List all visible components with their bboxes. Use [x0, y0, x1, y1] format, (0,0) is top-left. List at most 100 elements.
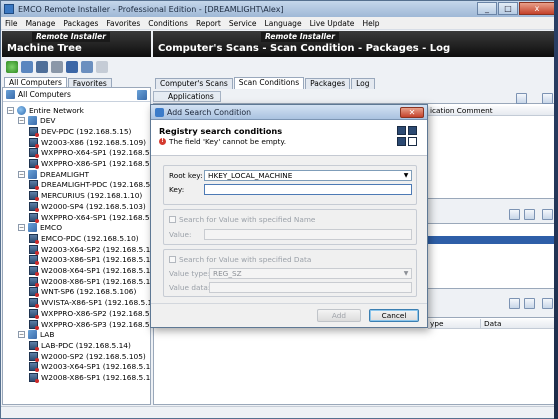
minimize-button[interactable]: _: [477, 2, 497, 15]
menu-help[interactable]: Help: [362, 19, 379, 28]
add-search-condition-dialog: Add Search Condition ✕ Registry search c…: [150, 104, 428, 328]
menu-packages[interactable]: Packages: [63, 19, 98, 28]
tree-node-pc[interactable]: WXPPRO-X86-SP3 (192.168.5.1: [29, 319, 157, 330]
tree-node-group[interactable]: − DREAMLIGHT: [18, 169, 89, 179]
tab-applications[interactable]: Applications: [153, 91, 221, 102]
collapse-icon[interactable]: −: [18, 170, 25, 178]
tree-node-pc[interactable]: WXPPRO-X86-SP1 (192.168.5.1: [29, 159, 157, 169]
save-icon[interactable]: [66, 60, 78, 73]
grid-column-comment[interactable]: ication Comment: [428, 106, 556, 116]
refresh-icon[interactable]: [6, 60, 18, 73]
tree-node-pc[interactable]: WXPPRO-X64-SP1 (192.168.5.1: [29, 148, 157, 159]
remove-value-icon[interactable]: [542, 298, 553, 309]
export-icon[interactable]: [81, 60, 93, 73]
collapse-icon[interactable]: −: [18, 224, 25, 232]
edit-value-icon[interactable]: [524, 298, 535, 309]
tree-node-pc[interactable]: W2000-SP4 (192.168.5.103): [29, 201, 146, 212]
tab-computers-scans[interactable]: Computer's Scans: [155, 78, 233, 89]
tree-node-pc[interactable]: WXPPRO-X86-SP2 (192.168.5.1: [29, 308, 157, 319]
tree-node-pc[interactable]: W2000-SP2 (192.168.5.105): [29, 351, 146, 362]
menu-favorites[interactable]: Favorites: [106, 19, 140, 28]
dialog-title-bar[interactable]: Add Search Condition ✕: [151, 105, 427, 120]
tree-node-label: Entire Network: [29, 105, 84, 115]
add-condition-icon[interactable]: [516, 93, 527, 104]
left-toolbar: [3, 58, 151, 75]
search-data-checkbox[interactable]: Search for Value with specified Data: [169, 255, 311, 264]
tree-node-label: WXPPRO-X86-SP3 (192.168.5.1: [41, 319, 157, 329]
menu-language[interactable]: Language: [265, 19, 302, 28]
tree-node-group[interactable]: − EMCO: [18, 223, 62, 233]
tree-node-group[interactable]: − DEV: [18, 116, 55, 126]
remove-condition-icon[interactable]: [542, 93, 553, 104]
value-data-input[interactable]: [209, 282, 412, 293]
key-input[interactable]: [204, 184, 412, 195]
tree-node-pc[interactable]: W2008-X86-SP1 (192.168.5.1: [29, 373, 150, 383]
menu-report[interactable]: Report: [196, 19, 221, 28]
tree-node-pc[interactable]: WVISTA-X86-SP1 (192.168.5.1: [29, 298, 152, 309]
tree-node-pc[interactable]: EMCO-PDC (192.168.5.10): [29, 233, 139, 244]
collapse-icon[interactable]: −: [18, 117, 25, 125]
brand-label: Remote Installer: [32, 32, 110, 42]
tree-node-pc[interactable]: WXPPRO-X64-SP1 (192.168.5.1: [29, 212, 157, 223]
root-key-select[interactable]: HKEY_LOCAL_MACHINE ▼: [204, 170, 412, 181]
collapse-icon[interactable]: −: [18, 331, 25, 339]
tree-node-label: EMCO: [40, 223, 63, 233]
tree-node-pc[interactable]: LAB-PDC (192.168.5.14): [29, 340, 131, 351]
computer-icon: [29, 191, 39, 202]
value-data-group: Search for Value with specified Data Val…: [163, 249, 417, 297]
tree-node-pc[interactable]: W2003-X86 (192.168.5.109): [29, 137, 146, 148]
remove-item-icon[interactable]: [542, 209, 553, 220]
error-text: The field 'Key' cannot be empty.: [169, 137, 287, 146]
tree-node-pc[interactable]: W2003-X64-SP1 (192.168.5.1: [29, 362, 151, 373]
bottom-grid[interactable]: ype Data: [153, 317, 557, 405]
maximize-button[interactable]: □: [498, 2, 518, 15]
search-name-checkbox[interactable]: Search for Value with specified Name: [169, 215, 315, 224]
tree-node-network[interactable]: − Entire Network: [7, 105, 84, 115]
value-input[interactable]: [204, 229, 412, 240]
tree-node-group[interactable]: − LAB: [18, 330, 54, 340]
menu-conditions[interactable]: Conditions: [148, 19, 188, 28]
tree-node-pc[interactable]: W2008-X64-SP1 (192.168.5.1: [29, 266, 150, 276]
tab-packages[interactable]: Packages: [305, 78, 351, 89]
title-bar[interactable]: EMCO Remote Installer - Professional Edi…: [1, 1, 557, 17]
tree-node-pc[interactable]: W2003-X64-SP2 (192.168.5.1: [29, 244, 151, 255]
menu-service[interactable]: Service: [229, 19, 257, 28]
dialog-close-button[interactable]: ✕: [400, 107, 424, 118]
scan-icon[interactable]: [36, 60, 48, 73]
edit-item-icon[interactable]: [524, 209, 535, 220]
close-button[interactable]: x: [519, 2, 555, 15]
tab-log[interactable]: Log: [351, 78, 375, 89]
all-computers-header: All Computers: [3, 88, 150, 102]
add-button[interactable]: Add: [317, 309, 361, 322]
grid-column-data[interactable]: Data: [480, 319, 501, 328]
tree-node-pc[interactable]: MERCURIUS (192.168.1.10): [29, 191, 142, 202]
tab-scan-conditions[interactable]: Scan Conditions: [233, 77, 305, 89]
tree-node-label: W2003-X64-SP2 (192.168.5.1: [41, 244, 151, 254]
tree-node-pc[interactable]: W2003-X86-SP1 (192.168.5.1: [29, 255, 150, 266]
menu-live-update[interactable]: Live Update: [310, 19, 355, 28]
menu-manage[interactable]: Manage: [26, 19, 56, 28]
tree-node-label: W2003-X64-SP1 (192.168.5.1: [41, 362, 151, 372]
registry-icon: [397, 126, 417, 146]
collapse-icon[interactable]: −: [7, 106, 14, 114]
tree-node-label: WXPPRO-X86-SP2 (192.168.5.1: [41, 308, 157, 318]
add-item-icon[interactable]: [509, 209, 520, 220]
value-type-select[interactable]: REG_SZ ▼: [209, 268, 412, 279]
add-value-icon[interactable]: [509, 298, 520, 309]
tree-node-pc[interactable]: W2008-X86-SP1 (192.168.5.1: [29, 276, 150, 287]
tree-node-pc[interactable]: DEV-PDC (192.168.5.15): [29, 126, 131, 137]
tree-node-label: W2000-SP2 (192.168.5.105): [41, 351, 146, 361]
grid-column-type[interactable]: ype: [430, 319, 443, 328]
add-computer-icon[interactable]: [21, 60, 33, 73]
tree-node-pc[interactable]: WNT-SP6 (192.168.5.106): [29, 287, 136, 298]
tree-node-pc[interactable]: DREAMLIGHT-PDC (192.168.5.2: [29, 180, 157, 191]
cancel-button[interactable]: Cancel: [369, 309, 419, 322]
undo-icon[interactable]: [96, 60, 108, 73]
desktop-edge: [554, 0, 558, 419]
menu-file[interactable]: File: [5, 19, 18, 28]
selected-row[interactable]: [428, 236, 556, 244]
settings-icon[interactable]: [51, 60, 63, 73]
computer-icon: [29, 180, 39, 191]
tree-node-label: LAB-PDC (192.168.5.14): [41, 340, 131, 350]
filter-icon[interactable]: [137, 89, 147, 100]
